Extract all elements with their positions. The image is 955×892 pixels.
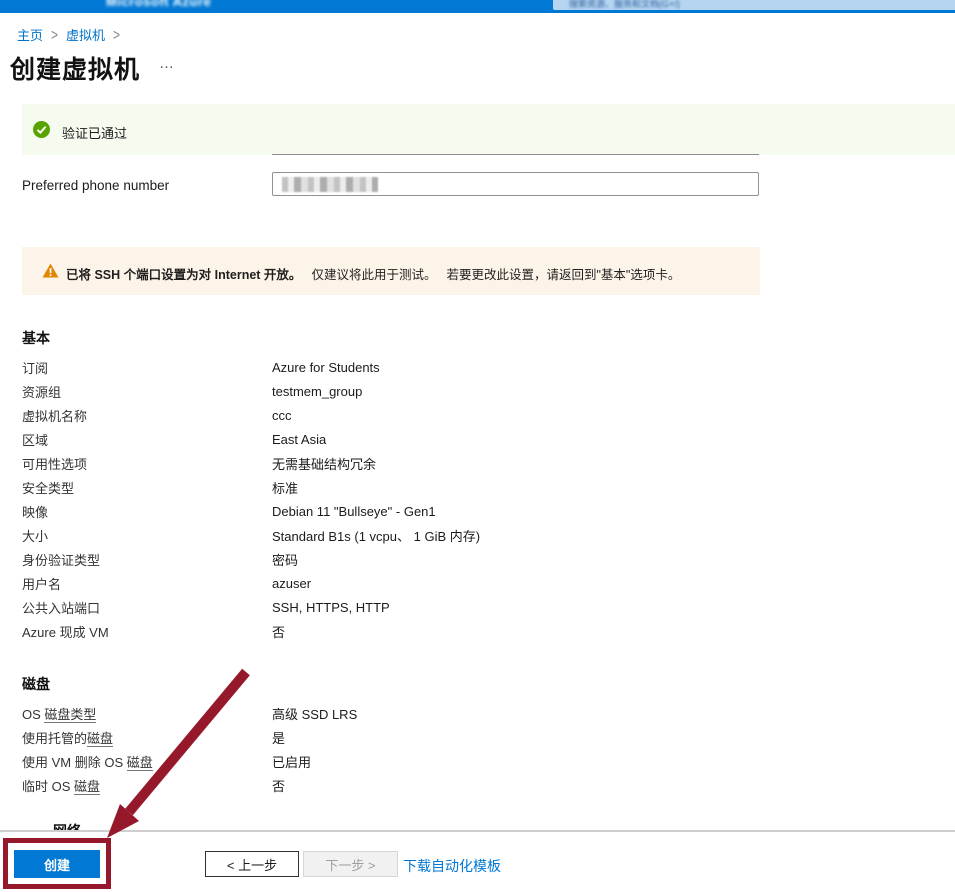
summary-value: Azure for Students [272,360,380,375]
ssh-warning-banner: 已将 SSH 个端口设置为对 Internet 开放。仅建议将此用于测试。若要更… [22,247,760,295]
summary-value: Standard B1s (1 vcpu、 1 GiB 内存) [272,526,480,545]
basics-summary-list: 订阅Azure for Students 资源组testmem_group 虚拟… [22,355,742,643]
summary-row-image: 映像Debian 11 "Bullseye" - Gen1 [22,499,742,523]
summary-row-availability: 可用性选项无需基础结构冗余 [22,451,742,475]
label-text: 临时 OS [22,779,74,794]
breadcrumb-virtual-machines-link[interactable]: 虚拟机 [66,25,105,44]
search-placeholder: 搜索资源、服务和文档(G+/) [569,0,680,10]
summary-label: 身份验证类型 [22,550,272,569]
summary-label: 用户名 [22,574,272,593]
warning-message-rest2: 若要更改此设置，请返回到"基本"选项卡。 [446,268,680,282]
breadcrumb: 主页 > 虚拟机 > [17,25,120,44]
summary-value: 标准 [272,478,298,497]
summary-value: 否 [272,622,285,641]
section-header-disks: 磁盘 [22,674,50,694]
summary-value: 否 [272,776,285,795]
chevron-right-icon: > [113,25,120,43]
summary-row-username: 用户名azuser [22,571,742,595]
validation-message: 验证已通过 [62,123,127,142]
summary-row-size: 大小Standard B1s (1 vcpu、 1 GiB 内存) [22,523,742,547]
summary-value: ccc [272,408,292,423]
summary-label: 使用 VM 删除 OS 磁盘 [22,752,272,771]
check-circle-icon [33,121,50,138]
download-template-link[interactable]: 下载自动化模板 [403,856,501,876]
phone-number-label: Preferred phone number [22,178,169,193]
page-title: 创建虚拟机 [10,50,140,86]
tooltip-term[interactable]: 磁盘 [87,731,113,747]
label-text: 使用 VM 删除 OS [22,755,127,770]
section-header-basics: 基本 [22,328,50,348]
more-menu-button[interactable]: … [159,55,175,72]
phone-number-input[interactable] [272,172,759,196]
summary-label: 可用性选项 [22,454,272,473]
summary-row-delete-os-disk: 使用 VM 删除 OS 磁盘已启用 [22,749,742,773]
azure-logo[interactable]: Microsoft Azure [106,0,211,9]
clipped-input-border [272,154,759,155]
next-button-disabled[interactable]: 下一步 > [303,851,398,877]
summary-label: 公共入站端口 [22,598,272,617]
summary-row-region: 区域East Asia [22,427,742,451]
summary-label: 安全类型 [22,478,272,497]
create-button[interactable]: 创建 [14,850,100,878]
summary-value: 高级 SSD LRS [272,704,357,723]
summary-label: 使用托管的磁盘 [22,728,272,747]
redacted-phone-value [282,177,378,192]
breadcrumb-home-link[interactable]: 主页 [17,25,43,44]
warning-message: 已将 SSH 个端口设置为对 Internet 开放。仅建议将此用于测试。若要更… [66,264,680,283]
summary-label: 临时 OS 磁盘 [22,776,272,795]
top-bar: Microsoft Azure 搜索资源、服务和文档(G+/) [0,0,955,13]
summary-value: 是 [272,728,285,747]
summary-value: 无需基础结构冗余 [272,454,376,473]
tooltip-term[interactable]: 磁盘 [127,755,153,771]
tooltip-term[interactable]: 磁盘 [74,779,100,795]
summary-value: East Asia [272,432,326,447]
summary-label: 虚拟机名称 [22,406,272,425]
summary-value: 密码 [272,550,298,569]
summary-row-auth-type: 身份验证类型密码 [22,547,742,571]
summary-value: SSH, HTTPS, HTTP [272,600,390,615]
warning-message-rest1: 仅建议将此用于测试。 [311,268,436,282]
summary-label: 订阅 [22,358,272,377]
chevron-right-icon: > [51,25,58,43]
search-input[interactable]: 搜索资源、服务和文档(G+/) [553,0,955,10]
summary-row-managed-disks: 使用托管的磁盘是 [22,725,742,749]
summary-value: azuser [272,576,311,591]
summary-label: 资源组 [22,382,272,401]
validation-success-banner: 验证已通过 [22,104,955,155]
summary-label: Azure 现成 VM [22,622,272,641]
summary-label: 映像 [22,502,272,521]
summary-row-vm-name: 虚拟机名称ccc [22,403,742,427]
summary-row-inbound-ports: 公共入站端口SSH, HTTPS, HTTP [22,595,742,619]
label-text: 使用托管的 [22,731,87,746]
summary-value: testmem_group [272,384,362,399]
summary-label: 大小 [22,526,272,545]
summary-row-subscription: 订阅Azure for Students [22,355,742,379]
summary-row-resource-group: 资源组testmem_group [22,379,742,403]
summary-label: OS 磁盘类型 [22,704,272,723]
summary-row-os-disk-type: OS 磁盘类型高级 SSD LRS [22,701,742,725]
summary-label: 区域 [22,430,272,449]
previous-button[interactable]: < 上一步 [205,851,299,877]
footer-bar: 创建 < 上一步 下一步 > 下载自动化模板 [0,832,955,892]
summary-value: Debian 11 "Bullseye" - Gen1 [272,504,436,519]
summary-value: 已启用 [272,752,311,771]
warning-message-bold: 已将 SSH 个端口设置为对 Internet 开放。 [66,268,301,282]
tooltip-term[interactable]: 磁盘类型 [44,707,96,723]
summary-row-ephemeral-os-disk: 临时 OS 磁盘否 [22,773,742,797]
summary-row-security-type: 安全类型标准 [22,475,742,499]
label-text: OS [22,707,44,722]
summary-row-spot-vm: Azure 现成 VM否 [22,619,742,643]
warning-triangle-icon [42,263,59,278]
disks-summary-list: OS 磁盘类型高级 SSD LRS 使用托管的磁盘是 使用 VM 删除 OS 磁… [22,701,742,797]
